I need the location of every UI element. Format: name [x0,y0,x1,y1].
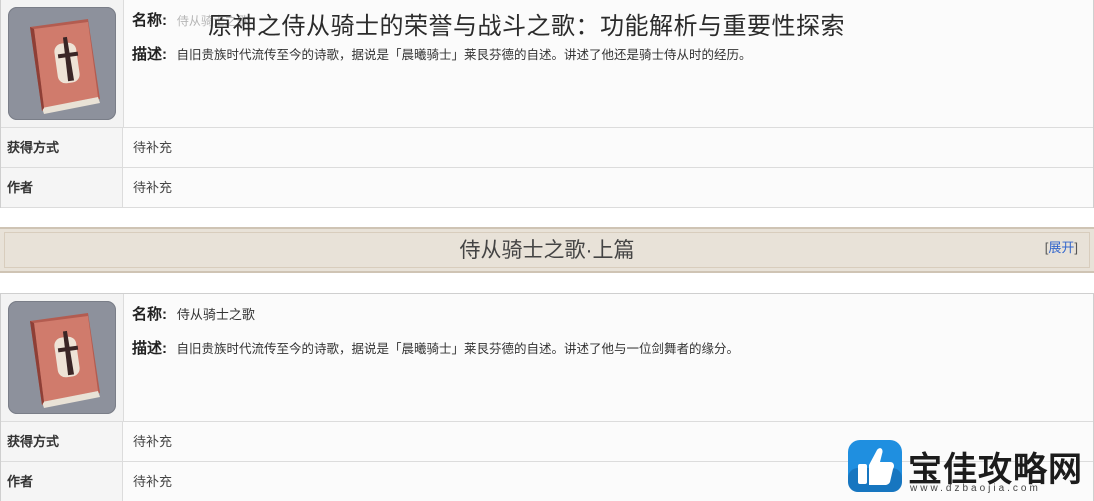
book-icon [8,7,116,120]
expand-link[interactable]: 展开 [1048,240,1074,255]
row-key: 作者 [1,168,123,207]
name-label: 名称: [132,306,167,323]
description-row: 描述: 自旧贵族时代流传至今的诗歌，据说是「晨曦骑士」莱艮芬德的自述。讲述了他与… [132,337,1083,358]
description-value: 自旧贵族时代流传至今的诗歌，据说是「晨曦骑士」莱艮芬德的自述。讲述了他与一位剑舞… [176,342,739,356]
name-value: 侍从骑士之歌 [176,307,255,322]
section-banner: 侍从骑士之歌·上篇 [展开] [0,227,1094,273]
table-row: 获得方式 待补充 [1,128,1093,168]
row-value: 待补充 [133,434,173,449]
description-row: 描述: 自旧贵族时代流传至今的诗歌，据说是「晨曦骑士」莱艮芬德的自述。讲述了他还… [132,43,1083,64]
row-value: 待补充 [133,180,173,195]
name-label: 名称: [132,12,167,29]
table-row: 作者 待补充 [1,168,1093,208]
watermark-url: www.dzbaojia.com [910,483,1041,494]
section-title: 侍从骑士之歌·上篇 [459,239,635,262]
book-icon [8,301,116,414]
item-icon-cell [1,294,124,422]
item-icon-cell [1,0,124,128]
row-value: 待补充 [133,140,173,155]
name-row: 名称: 侍从骑士之歌 [132,303,1083,333]
row-key: 作者 [1,462,123,501]
description-label: 描述: [132,340,167,357]
thumbs-up-logo-icon [848,440,902,492]
row-key: 获得方式 [1,128,123,167]
bracket-right: ] [1074,240,1078,255]
row-value: 待补充 [133,474,173,489]
description-value: 自旧贵族时代流传至今的诗歌，据说是「晨曦骑士」莱艮芬德的自述。讲述了他还是骑士侍… [176,48,752,62]
row-key: 获得方式 [1,422,123,461]
item-info-cell: 名称: 侍从骑士之歌 描述: 自旧贵族时代流传至今的诗歌，据说是「晨曦骑士」莱艮… [124,294,1093,422]
expand-toggle[interactable]: [展开] [1045,237,1078,256]
page-title: 原神之侍从骑士的荣誉与战斗之歌：功能解析与重要性探索 [208,13,845,40]
site-watermark: 宝佳攻略网 www.dzbaojia.com [846,438,1094,500]
description-label: 描述: [132,46,167,63]
